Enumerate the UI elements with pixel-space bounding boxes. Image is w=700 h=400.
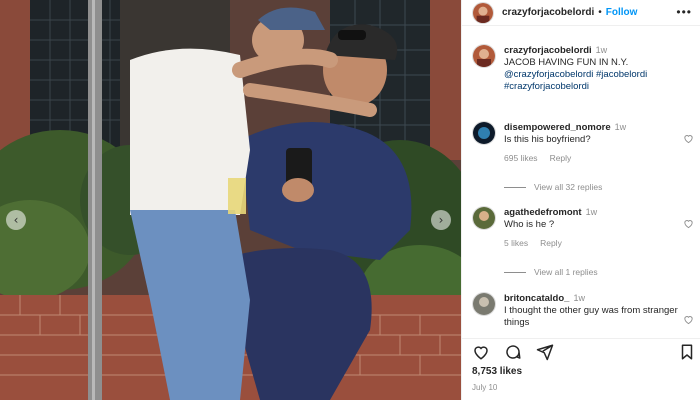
avatar[interactable]: [472, 1, 494, 24]
heart-icon[interactable]: [683, 314, 694, 325]
heart-icon[interactable]: [683, 133, 694, 144]
caption-tags-line-1[interactable]: @crazyforjacobelordi #jacobelordi: [504, 69, 684, 81]
follow-button[interactable]: Follow: [606, 7, 638, 18]
post-header: crazyforjacobelordi • Follow •••: [462, 0, 700, 26]
caption-age: 1w: [595, 45, 608, 55]
post-photo[interactable]: ‹ ›: [0, 0, 461, 400]
comment-icon[interactable]: [504, 343, 522, 361]
bookmark-icon[interactable]: [678, 343, 696, 361]
chevron-left-icon[interactable]: ‹: [6, 210, 26, 230]
view-replies-button[interactable]: View all 32 replies: [504, 182, 602, 192]
avatar[interactable]: [472, 44, 496, 68]
avatar[interactable]: [472, 121, 496, 145]
divider: [504, 186, 526, 188]
instagram-post-view: ‹ › crazyforjacobelordi • Follow ••• cra…: [0, 0, 700, 400]
heart-icon[interactable]: [683, 218, 694, 229]
share-icon[interactable]: [536, 343, 554, 361]
photo-image: [0, 0, 461, 400]
caption-tags-line-2[interactable]: #crazyforjacobelordi: [504, 81, 684, 93]
post-side-panel: crazyforjacobelordi • Follow ••• crazyfo…: [461, 0, 700, 400]
view-replies-label[interactable]: View all 32 replies: [534, 182, 602, 192]
comment-username[interactable]: agathedefromont: [504, 207, 582, 218]
avatar[interactable]: [472, 292, 496, 316]
more-icon[interactable]: •••: [676, 5, 692, 19]
caption-username[interactable]: crazyforjacobelordi: [504, 45, 592, 56]
comment-username[interactable]: disempowered_nomore: [504, 122, 611, 133]
comments-list[interactable]: crazyforjacobelordi 1w JACOB HAVING FUN I…: [462, 26, 700, 332]
post-author-username[interactable]: crazyforjacobelordi: [502, 7, 594, 18]
heart-icon[interactable]: [472, 343, 490, 361]
comment-likes[interactable]: 5 likes: [504, 238, 528, 248]
like-count[interactable]: 8,753 likes: [472, 366, 522, 377]
comment-age: 1w: [585, 207, 598, 217]
view-replies-button[interactable]: View all 1 replies: [504, 267, 598, 277]
caption-text: JACOB HAVING FUN IN N.Y.: [504, 57, 629, 68]
comment-username[interactable]: britoncataldo_: [504, 293, 569, 304]
separator-dot: •: [598, 7, 602, 18]
view-replies-label[interactable]: View all 1 replies: [534, 267, 598, 277]
comment-age: 1w: [614, 122, 627, 132]
chevron-right-icon[interactable]: ›: [431, 210, 451, 230]
reply-button[interactable]: Reply: [550, 153, 572, 163]
comment-text: Is this his boyfriend?: [504, 134, 591, 145]
avatar[interactable]: [472, 206, 496, 230]
reply-button[interactable]: Reply: [540, 238, 562, 248]
comment-text: I thought the other guy was from strange…: [504, 305, 678, 328]
post-date: July 10: [472, 383, 498, 392]
comment-age: 1w: [573, 293, 585, 303]
action-bar: [462, 338, 700, 362]
comment-text: Who is he ?: [504, 219, 555, 230]
divider: [504, 271, 526, 273]
comment-likes[interactable]: 695 likes: [504, 153, 538, 163]
